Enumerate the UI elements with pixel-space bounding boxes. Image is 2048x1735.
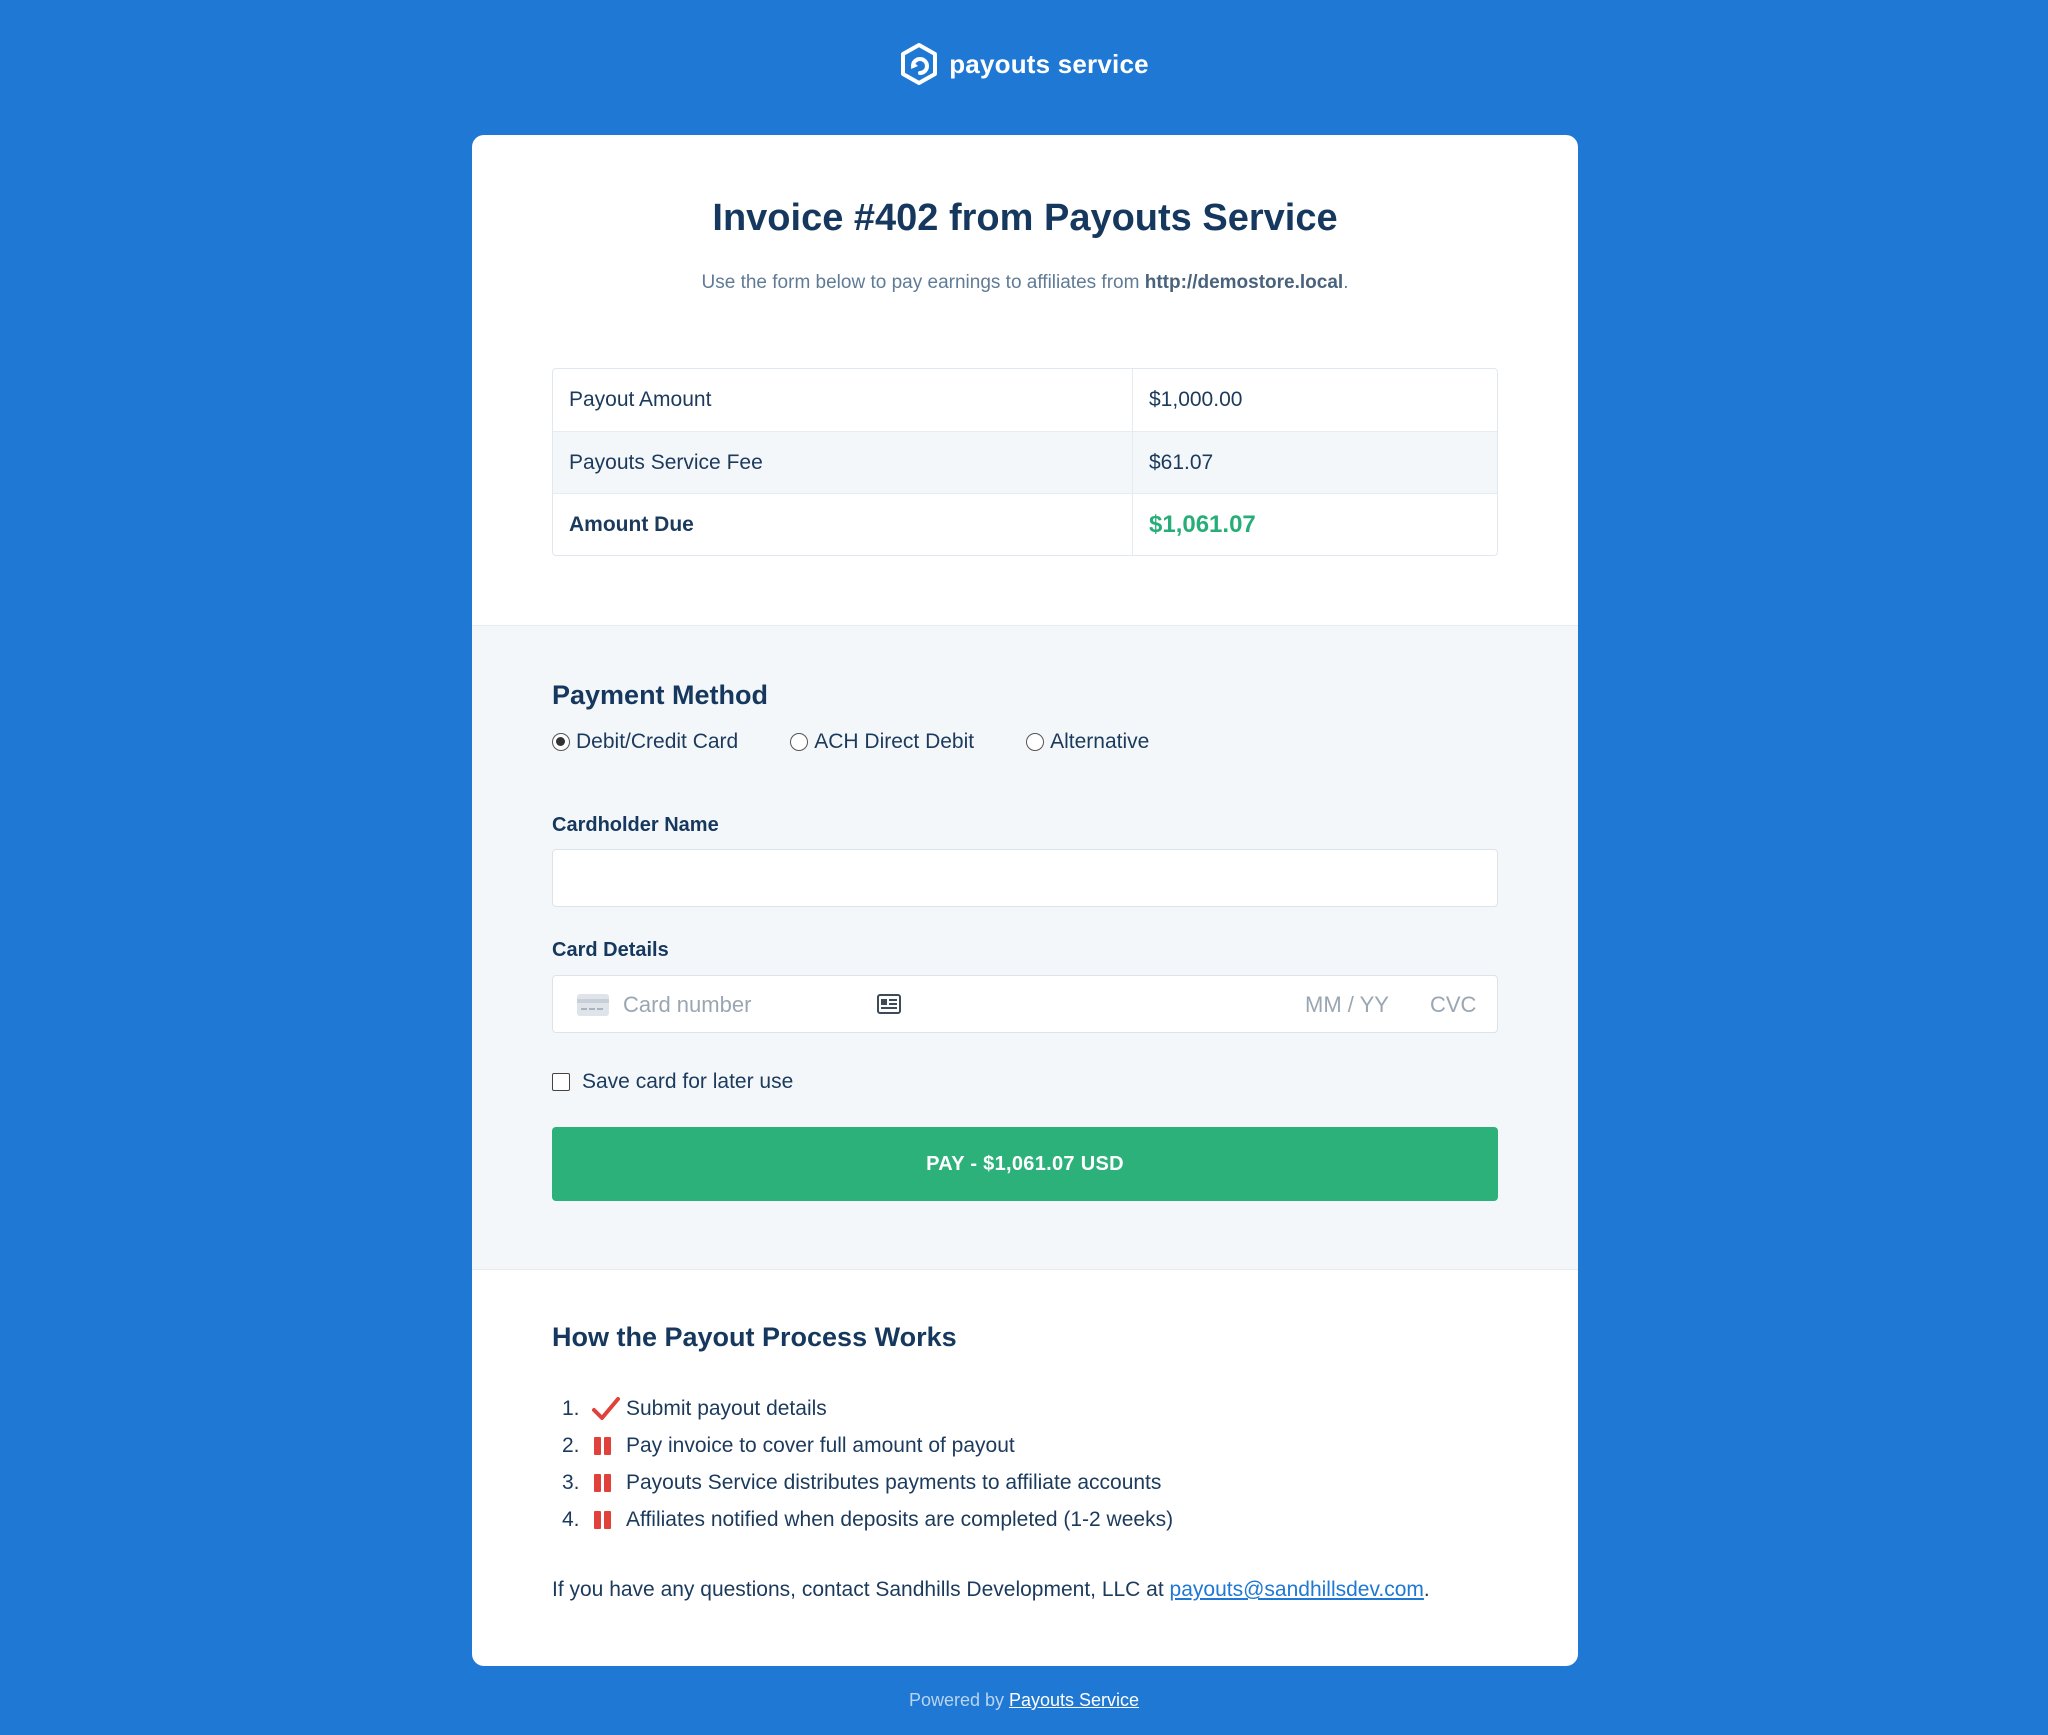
table-cell-value: $61.07 xyxy=(1149,450,1214,474)
page-subtitle: Use the form below to pay earnings to af… xyxy=(472,272,1578,294)
radio-button[interactable] xyxy=(1026,733,1045,751)
radio-alternative[interactable]: Alternative xyxy=(1026,730,1149,754)
step-text: Affiliates notified when deposits are co… xyxy=(626,1507,1174,1531)
card-details-input[interactable]: Card number MM / YY CVC xyxy=(552,975,1498,1033)
footer: Powered by Payouts Service xyxy=(0,1690,2048,1711)
step-text: Submit payout details xyxy=(626,1396,827,1420)
card-number-placeholder[interactable]: Card number xyxy=(623,992,751,1018)
contact-suffix: . xyxy=(1423,1578,1430,1601)
payment-method-options: Debit/Credit Card ACH Direct Debit Alter… xyxy=(552,730,1149,754)
subtitle-suffix: . xyxy=(1343,272,1349,293)
pay-button[interactable]: PAY - $1,061.07 USD xyxy=(552,1127,1498,1201)
step-number: 3. xyxy=(562,1470,580,1494)
step-text: Pay invoice to cover full amount of payo… xyxy=(626,1433,1015,1457)
table-row-service-fee: Payouts Service Fee $61.07 xyxy=(553,431,1497,493)
radio-ach-direct-debit[interactable]: ACH Direct Debit xyxy=(790,730,974,754)
radio-label: Debit/Credit Card xyxy=(576,730,739,753)
list-item: 1. Submit payout details xyxy=(562,1390,1173,1427)
payment-section: Payment Method Debit/Credit Card ACH Dir… xyxy=(472,625,1578,1270)
table-row-amount-due: Amount Due $1,061.07 xyxy=(553,493,1497,555)
pause-icon xyxy=(592,1508,626,1532)
brand-header: payouts service xyxy=(0,42,2048,86)
page-title: Invoice #402 from Payouts Service xyxy=(712,197,1338,239)
process-heading: How the Payout Process Works xyxy=(552,1322,957,1352)
radio-label: ACH Direct Debit xyxy=(814,730,975,753)
step-number: 4. xyxy=(562,1507,580,1531)
save-card-checkbox[interactable] xyxy=(552,1073,570,1091)
contact-prefix: If you have any questions, contact Sandh… xyxy=(552,1578,1170,1601)
cardholder-name-label: Cardholder Name xyxy=(552,814,719,836)
payment-method-heading: Payment Method xyxy=(552,680,769,710)
table-cell-label: Amount Due xyxy=(553,494,1133,555)
store-url: http://demostore.local xyxy=(1144,272,1344,293)
pause-icon xyxy=(592,1471,626,1495)
amount-due-value: $1,061.07 xyxy=(1149,510,1256,538)
invoice-card: Invoice #402 from Payouts Service Use th… xyxy=(472,135,1578,1666)
invoice-table: Payout Amount $1,000.00 Payouts Service … xyxy=(552,368,1498,556)
save-card-option[interactable]: Save card for later use xyxy=(552,1070,793,1094)
step-number: 1. xyxy=(562,1396,580,1420)
radio-button-selected[interactable] xyxy=(552,733,570,751)
credit-card-icon xyxy=(577,994,609,1016)
list-item: 4. Affiliates notified when deposits are… xyxy=(562,1501,1173,1538)
radio-button[interactable] xyxy=(790,733,809,751)
table-cell-value: $1,000.00 xyxy=(1149,388,1243,411)
card-details-label: Card Details xyxy=(552,939,669,961)
contact-email-link[interactable]: payouts@sandhillsdev.com xyxy=(1170,1578,1424,1601)
list-item: 3. Payouts Service distributes payments … xyxy=(562,1464,1173,1501)
step-text: Payouts Service distributes payments to … xyxy=(626,1470,1162,1494)
table-cell-label: Payouts Service Fee xyxy=(553,432,1133,493)
contact-text: If you have any questions, contact Sandh… xyxy=(552,1578,1430,1602)
footer-link[interactable]: Payouts Service xyxy=(1009,1690,1139,1710)
hexagon-logo-icon xyxy=(901,43,938,85)
brand-name: payouts service xyxy=(949,48,1149,79)
invoice-summary-section: Invoice #402 from Payouts Service Use th… xyxy=(472,135,1578,625)
list-item: 2. Pay invoice to cover full amount of p… xyxy=(562,1427,1173,1464)
table-row-payout-amount: Payout Amount $1,000.00 xyxy=(553,369,1497,431)
cardholder-name-input[interactable] xyxy=(552,849,1498,907)
table-cell-label: Payout Amount xyxy=(553,369,1133,431)
footer-prefix: Powered by xyxy=(908,1690,1009,1710)
expiry-placeholder[interactable]: MM / YY xyxy=(1305,992,1389,1018)
card-scan-icon[interactable] xyxy=(877,994,901,1014)
step-number: 2. xyxy=(562,1433,580,1457)
pause-icon xyxy=(592,1434,626,1458)
save-card-label: Save card for later use xyxy=(582,1070,794,1093)
radio-label: Alternative xyxy=(1050,730,1150,753)
checkmark-icon xyxy=(592,1396,626,1421)
subtitle-text: Use the form below to pay earnings to af… xyxy=(701,272,1145,293)
cvc-placeholder[interactable]: CVC xyxy=(1430,992,1476,1018)
process-steps-list: 1. Submit payout details 2. Pay invoice … xyxy=(562,1390,1173,1538)
radio-debit-credit-card[interactable]: Debit/Credit Card xyxy=(552,730,738,754)
